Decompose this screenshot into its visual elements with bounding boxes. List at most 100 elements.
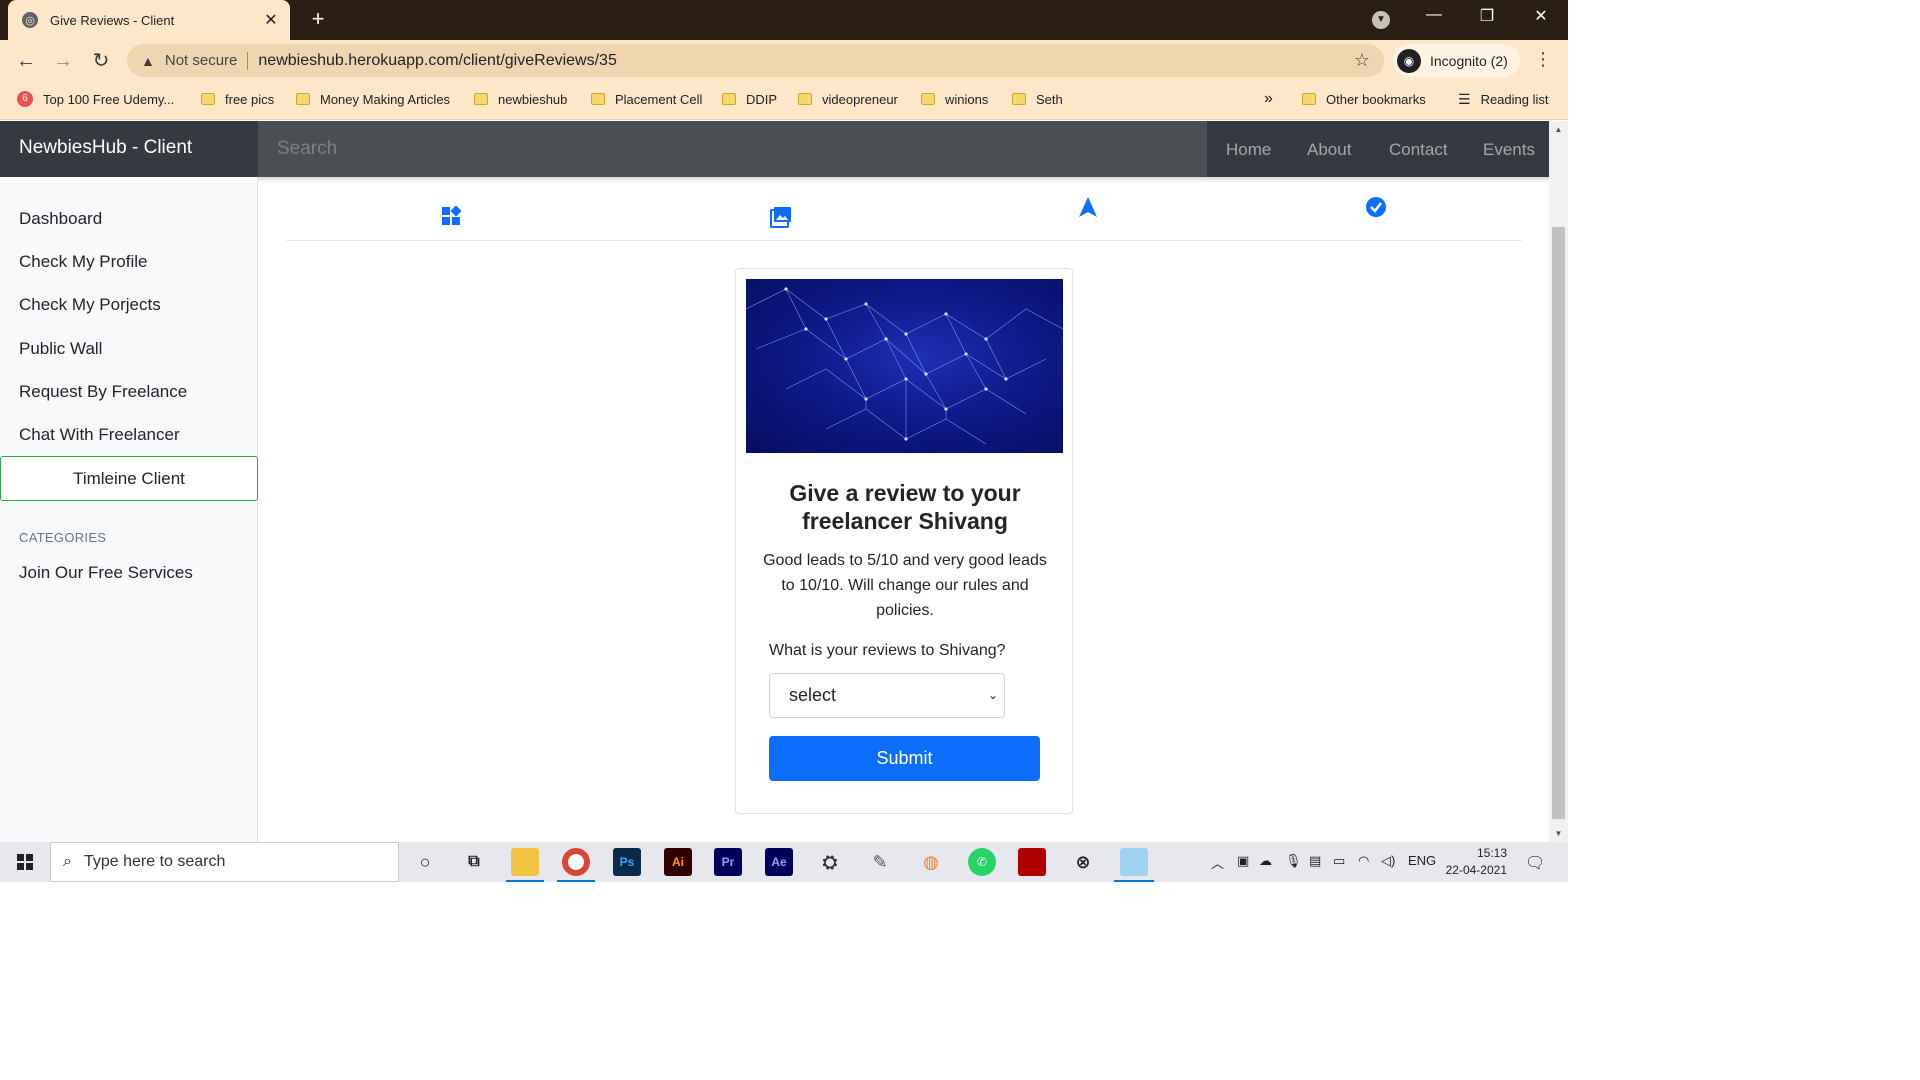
scroll-down-icon[interactable]: ▼ <box>1549 825 1568 842</box>
nav-link-home[interactable]: Home <box>1226 140 1271 160</box>
url-text[interactable]: newbieshub.herokuapp.com/client/giveRevi… <box>258 52 616 70</box>
app-red-icon[interactable] <box>1018 848 1046 876</box>
browser-toolbar: ← → ↻ ▲ Not secure newbieshub.herokuapp.… <box>0 40 1568 82</box>
restore-icon[interactable]: ❐ <box>1472 6 1502 26</box>
reload-icon[interactable]: ↻ <box>89 49 113 73</box>
brand-logo[interactable]: NewbiesHub - Client <box>19 137 192 159</box>
illustrator-icon[interactable]: Ai <box>664 848 692 876</box>
photoshop-icon[interactable]: Ps <box>613 848 641 876</box>
bookmark-item[interactable]: Placement Cell <box>591 82 702 116</box>
address-bar[interactable]: ▲ Not secure newbieshub.herokuapp.com/cl… <box>127 44 1384 77</box>
other-bookmarks-label: Other bookmarks <box>1326 91 1426 107</box>
windows-taskbar: ⌕ Type here to search ○ ⧉ Ps Ai Pr Ae ⛭ … <box>0 842 1568 882</box>
network-status-icon[interactable]: ▤ <box>1309 853 1321 869</box>
sidebar-item-chat[interactable]: Chat With Freelancer <box>19 425 180 445</box>
other-bookmarks[interactable]: Other bookmarks <box>1302 82 1426 116</box>
app-navbar: NewbiesHub - Client Home About Contact E… <box>0 121 1549 177</box>
review-select[interactable]: select ⌄ <box>769 673 1005 718</box>
tab-title: Give Reviews - Client <box>50 12 175 28</box>
app-icon[interactable]: ⛭ <box>816 848 844 876</box>
task-view-icon[interactable]: ⧉ <box>460 848 488 876</box>
bookmark-item[interactable]: free pics <box>201 82 274 116</box>
cortana-icon[interactable]: ○ <box>411 848 439 876</box>
microphone-icon[interactable]: 🎙 <box>1285 853 1302 869</box>
bookmarks-bar: 6 Top 100 Free Udemy... free pics Money M… <box>0 82 1568 120</box>
bookmark-item[interactable]: Money Making Articles <box>296 82 450 116</box>
sidebar-item-projects[interactable]: Check My Porjects <box>19 295 161 315</box>
bookmark-item[interactable]: winions <box>921 82 988 116</box>
incognito-profile-button[interactable]: ◉ Incognito (2) <box>1393 44 1520 77</box>
sidebar-item-free-services[interactable]: Join Our Free Services <box>19 563 193 583</box>
xbox-icon[interactable]: ⊗ <box>1069 848 1097 876</box>
close-window-icon[interactable]: ✕ <box>1526 6 1556 26</box>
clock-time: 15:13 <box>1476 846 1507 860</box>
reading-list[interactable]: ☰ Reading list <box>1458 82 1549 116</box>
bookmark-item[interactable]: newbieshub <box>474 82 567 116</box>
nav-link-about[interactable]: About <box>1307 140 1351 160</box>
bookmark-item[interactable]: Seth <box>1012 82 1063 116</box>
sidebar-item-public-wall[interactable]: Public Wall <box>19 339 102 359</box>
new-tab-button[interactable]: + <box>306 6 330 32</box>
tray-overflow-icon[interactable]: ︿ <box>1211 853 1224 872</box>
bookmark-star-icon[interactable]: ☆ <box>1354 50 1370 71</box>
tab-search-icon[interactable]: ▼ <box>1372 11 1390 29</box>
premiere-icon[interactable]: Pr <box>714 848 742 876</box>
system-clock[interactable]: 15:13 22-04-2021 <box>1443 845 1507 879</box>
search-input[interactable] <box>258 121 1207 177</box>
security-label[interactable]: Not secure <box>165 52 238 69</box>
forward-icon[interactable]: → <box>51 49 75 73</box>
after-effects-icon[interactable]: Ae <box>765 848 793 876</box>
chrome-icon[interactable] <box>562 848 590 876</box>
clock-date: 22-04-2021 <box>1445 863 1507 877</box>
nav-link-contact[interactable]: Contact <box>1389 140 1448 160</box>
scrollbar-thumb[interactable] <box>1552 227 1565 819</box>
image-icon[interactable] <box>769 206 793 234</box>
check-circle-icon[interactable] <box>1364 196 1388 224</box>
bookmark-label: Top 100 Free Udemy... <box>43 91 175 107</box>
nav-link-events[interactable]: Events <box>1483 140 1535 160</box>
meet-icon[interactable]: ▣ <box>1237 853 1249 869</box>
reading-list-icon: ☰ <box>1458 90 1471 107</box>
onedrive-icon[interactable]: ☁ <box>1259 853 1272 869</box>
windows-start-icon[interactable] <box>17 854 33 870</box>
volume-icon[interactable]: ◁) <box>1381 853 1395 869</box>
sidebar: Dashboard Check My Profile Check My Porj… <box>0 177 258 842</box>
bookmark-item[interactable]: DDIP <box>722 82 777 116</box>
folder-icon <box>798 93 812 105</box>
bookmarks-overflow-button[interactable]: » <box>1264 82 1273 116</box>
bookmark-label: videopreneur <box>822 91 898 107</box>
blender-icon[interactable]: ◍ <box>917 848 945 876</box>
dashboard-icon[interactable] <box>439 205 463 232</box>
browser-menu-icon[interactable]: ⋮ <box>1534 49 1552 70</box>
close-tab-icon[interactable]: ✕ <box>262 10 280 30</box>
wifi-icon[interactable]: ◠ <box>1358 853 1369 869</box>
language-indicator[interactable]: ENG <box>1408 853 1436 868</box>
page-scrollbar[interactable]: ▲ ▼ <box>1549 121 1568 842</box>
warning-icon[interactable]: ▲ <box>141 53 155 69</box>
file-explorer-icon[interactable] <box>511 848 539 876</box>
bookmark-label: newbieshub <box>498 91 568 107</box>
bookmark-item[interactable]: videopreneur <box>798 82 898 116</box>
sidebar-item-requests[interactable]: Request By Freelance <box>19 382 187 402</box>
bookmark-label: DDIP <box>746 91 778 107</box>
taskbar-search[interactable]: ⌕ Type here to search <box>50 842 399 882</box>
minimize-icon[interactable]: — <box>1419 6 1449 24</box>
notifications-icon[interactable]: 🗨 <box>1525 853 1545 873</box>
sidebar-item-profile[interactable]: Check My Profile <box>19 252 147 272</box>
back-icon[interactable]: ← <box>14 49 38 73</box>
browser-tab[interactable]: ◎ Give Reviews - Client ✕ <box>8 0 290 40</box>
notepad-icon[interactable] <box>1120 848 1148 876</box>
gimp-icon[interactable]: ✎ <box>866 848 894 876</box>
sidebar-item-dashboard[interactable]: Dashboard <box>19 209 102 229</box>
navigation-arrow-icon[interactable] <box>1076 196 1100 224</box>
scroll-up-icon[interactable]: ▲ <box>1549 121 1568 138</box>
whatsapp-icon[interactable]: ✆ <box>968 848 996 876</box>
sidebar-item-timeline[interactable]: Timleine Client <box>0 456 258 501</box>
udemy-icon: 6 <box>17 91 33 107</box>
folder-icon <box>722 93 736 105</box>
search-icon: ⌕ <box>63 853 72 870</box>
submit-button[interactable]: Submit <box>769 736 1040 781</box>
active-app-indicator <box>1114 880 1154 882</box>
battery-icon[interactable]: ▭ <box>1333 853 1345 869</box>
bookmark-item[interactable]: 6 Top 100 Free Udemy... <box>17 82 174 116</box>
